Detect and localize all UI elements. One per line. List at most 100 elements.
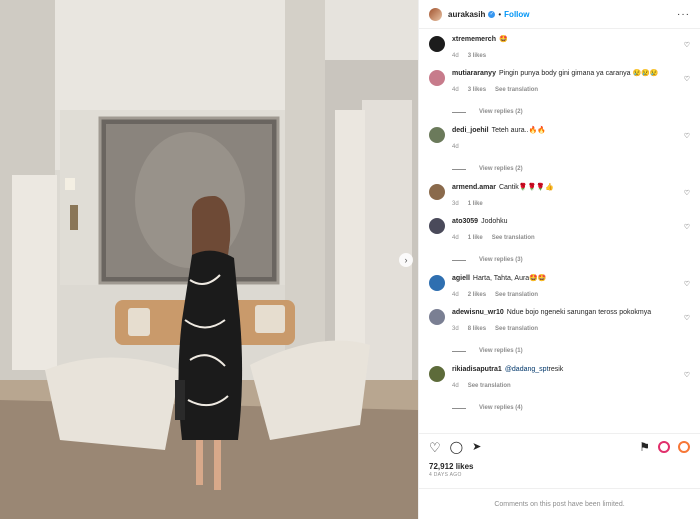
comment-avatar[interactable] [429, 366, 445, 382]
comment-meta: 4d See translation [452, 381, 690, 391]
comment-item: mutiararanyy Pingin punya body gini giman… [429, 69, 690, 117]
comment-text: Pingin punya body gini gimana ya caranya… [498, 70, 659, 77]
like-heart-icon[interactable]: ♡ [429, 441, 441, 454]
post-side-panel: aurakasih ✓ • Follow ··· xtrememerch 🤩 4d 3… [418, 0, 700, 519]
comment-avatar[interactable] [429, 127, 445, 143]
comment-body: xtrememerch 🤩 4d 3 likes [452, 35, 690, 63]
more-options-icon[interactable]: ··· [677, 9, 690, 20]
comment-likes[interactable]: 1 like [468, 233, 483, 243]
comment-avatar[interactable] [429, 36, 445, 52]
view-replies-button[interactable]: View replies (3) [452, 255, 690, 265]
emoji-reaction-icon[interactable] [678, 441, 690, 453]
comment-avatar[interactable] [429, 184, 445, 200]
view-replies-label: View replies (1) [479, 348, 523, 354]
comment-age: 4d [452, 292, 459, 298]
view-replies-button[interactable]: View replies (4) [452, 403, 690, 413]
comment-body: ato3059 Jodohku 4d 1 like See translation Vie… [452, 217, 690, 265]
comment-text: Harta, Tahta, Aura🤩🤩 [472, 275, 547, 282]
replies-divider [452, 350, 466, 352]
comment-username[interactable]: armend.amar [452, 184, 496, 191]
comment-username[interactable]: mutiararanyy [452, 70, 496, 77]
replies-divider [452, 407, 466, 409]
comment-like-heart-icon[interactable]: ♡ [684, 75, 690, 83]
comment-likes[interactable]: 1 like [468, 199, 483, 209]
comment-username[interactable]: agiell [452, 275, 470, 282]
view-replies-button[interactable]: View replies (2) [452, 107, 690, 117]
comment-meta: 4d 1 like See translation [452, 233, 690, 243]
comment-item: agiell Harta, Tahta, Aura🤩🤩 4d 2 likes See t… [429, 274, 690, 302]
comment-age: 4d [452, 87, 459, 93]
view-replies-label: View replies (3) [479, 257, 523, 263]
comment-like-heart-icon[interactable]: ♡ [684, 314, 690, 322]
comment-avatar[interactable] [429, 309, 445, 325]
comment-username[interactable]: xtrememerch [452, 36, 496, 43]
see-translation-link[interactable]: See translation [468, 381, 511, 391]
comment-text: Jodohku [481, 218, 508, 225]
comment-like-heart-icon[interactable]: ♡ [684, 223, 690, 231]
comment-text-line: armend.amar Cantik🌹🌹🌹👍 [452, 183, 690, 193]
separator: • [498, 9, 502, 19]
comment-username[interactable]: ato3059 [452, 218, 478, 225]
chevron-right-icon: › [404, 255, 408, 265]
see-translation-link[interactable]: See translation [495, 290, 538, 300]
comment-text: Teteh aura..🔥🔥 [491, 127, 546, 134]
comments-list[interactable]: xtrememerch 🤩 4d 3 likes ♡ mutiararanyy Pingin… [419, 29, 700, 433]
comment-mention[interactable]: @dadang_spt [505, 366, 549, 373]
comment-username[interactable]: dedi_joehil [452, 127, 489, 134]
see-translation-link[interactable]: See translation [492, 233, 535, 243]
comment-body: armend.amar Cantik🌹🌹🌹👍 3d 1 like [452, 183, 690, 211]
comment-text-line: adewisnu_wr10 Ndue bojo ngeneki sarungan … [452, 308, 690, 318]
comment-likes[interactable]: 8 likes [468, 324, 486, 334]
comment-text-line: xtrememerch 🤩 [452, 35, 690, 45]
comment-text-line: agiell Harta, Tahta, Aura🤩🤩 [452, 274, 690, 284]
save-bookmark-icon[interactable]: ⚑ [639, 440, 650, 454]
post-photo[interactable]: › [0, 0, 418, 519]
comment-like-heart-icon[interactable]: ♡ [684, 41, 690, 49]
comment-item: xtrememerch 🤩 4d 3 likes ♡ [429, 35, 690, 63]
comment-avatar[interactable] [429, 70, 445, 86]
view-replies-button[interactable]: View replies (1) [452, 346, 690, 356]
share-app-icon[interactable] [658, 441, 670, 453]
follow-button[interactable]: Follow [504, 10, 529, 19]
username-link[interactable]: aurakasih [448, 10, 485, 19]
comment-item: dedi_joehil Teteh aura..🔥🔥 4d View replies … [429, 126, 690, 174]
comment-avatar[interactable] [429, 218, 445, 234]
comment-like-heart-icon[interactable]: ♡ [684, 371, 690, 379]
comment-likes[interactable]: 2 likes [468, 290, 486, 300]
comment-text: 🤩 [498, 36, 508, 43]
see-translation-link[interactable]: See translation [495, 85, 538, 95]
likes-count[interactable]: 72,912 likes [419, 460, 700, 471]
carousel-next-button[interactable]: › [399, 253, 413, 267]
comment-meta: 4d 3 likes [452, 51, 690, 61]
verified-badge-icon: ✓ [488, 10, 496, 18]
comment-like-heart-icon[interactable]: ♡ [684, 132, 690, 140]
photo-illustration [0, 0, 418, 519]
comment-item: armend.amar Cantik🌹🌹🌹👍 3d 1 like ♡ [429, 183, 690, 211]
view-replies-button[interactable]: View replies (2) [452, 164, 690, 174]
comment-text: resik [548, 366, 564, 373]
comment-avatar[interactable] [429, 275, 445, 291]
comment-body: mutiararanyy Pingin punya body gini giman… [452, 69, 690, 117]
comment-meta: 3d 8 likes See translation [452, 324, 690, 334]
comment-likes[interactable]: 3 likes [468, 85, 486, 95]
comment-body: adewisnu_wr10 Ndue bojo ngeneki sarungan … [452, 308, 690, 356]
share-send-icon[interactable]: ➤ [472, 441, 481, 454]
comment-likes[interactable]: 3 likes [468, 51, 486, 61]
comment-text-line: dedi_joehil Teteh aura..🔥🔥 [452, 126, 690, 136]
view-replies-label: View replies (2) [479, 109, 523, 115]
comment-like-heart-icon[interactable]: ♡ [684, 189, 690, 197]
avatar[interactable] [429, 7, 442, 21]
post-header: aurakasih ✓ • Follow ··· [419, 0, 700, 29]
see-translation-link[interactable]: See translation [495, 324, 538, 334]
comment-username[interactable]: adewisnu_wr10 [452, 309, 504, 316]
action-bar: ♡ ◯ ➤ ⚑ [419, 433, 700, 460]
replies-divider [452, 259, 466, 261]
comment-item: adewisnu_wr10 Ndue bojo ngeneki sarungan … [429, 308, 690, 356]
comment-like-heart-icon[interactable]: ♡ [684, 280, 690, 288]
comment-item: rikiadisaputra1 @dadang_sptresik 4d See tra… [429, 365, 690, 413]
comment-age: 4d [452, 144, 459, 150]
comment-age: 3d [452, 326, 459, 332]
comment-username[interactable]: rikiadisaputra1 [452, 366, 502, 373]
instagram-post: › aurakasih ✓ • Follow ··· xtrememerch 🤩 4… [0, 0, 700, 519]
comment-bubble-icon[interactable]: ◯ [450, 440, 463, 454]
